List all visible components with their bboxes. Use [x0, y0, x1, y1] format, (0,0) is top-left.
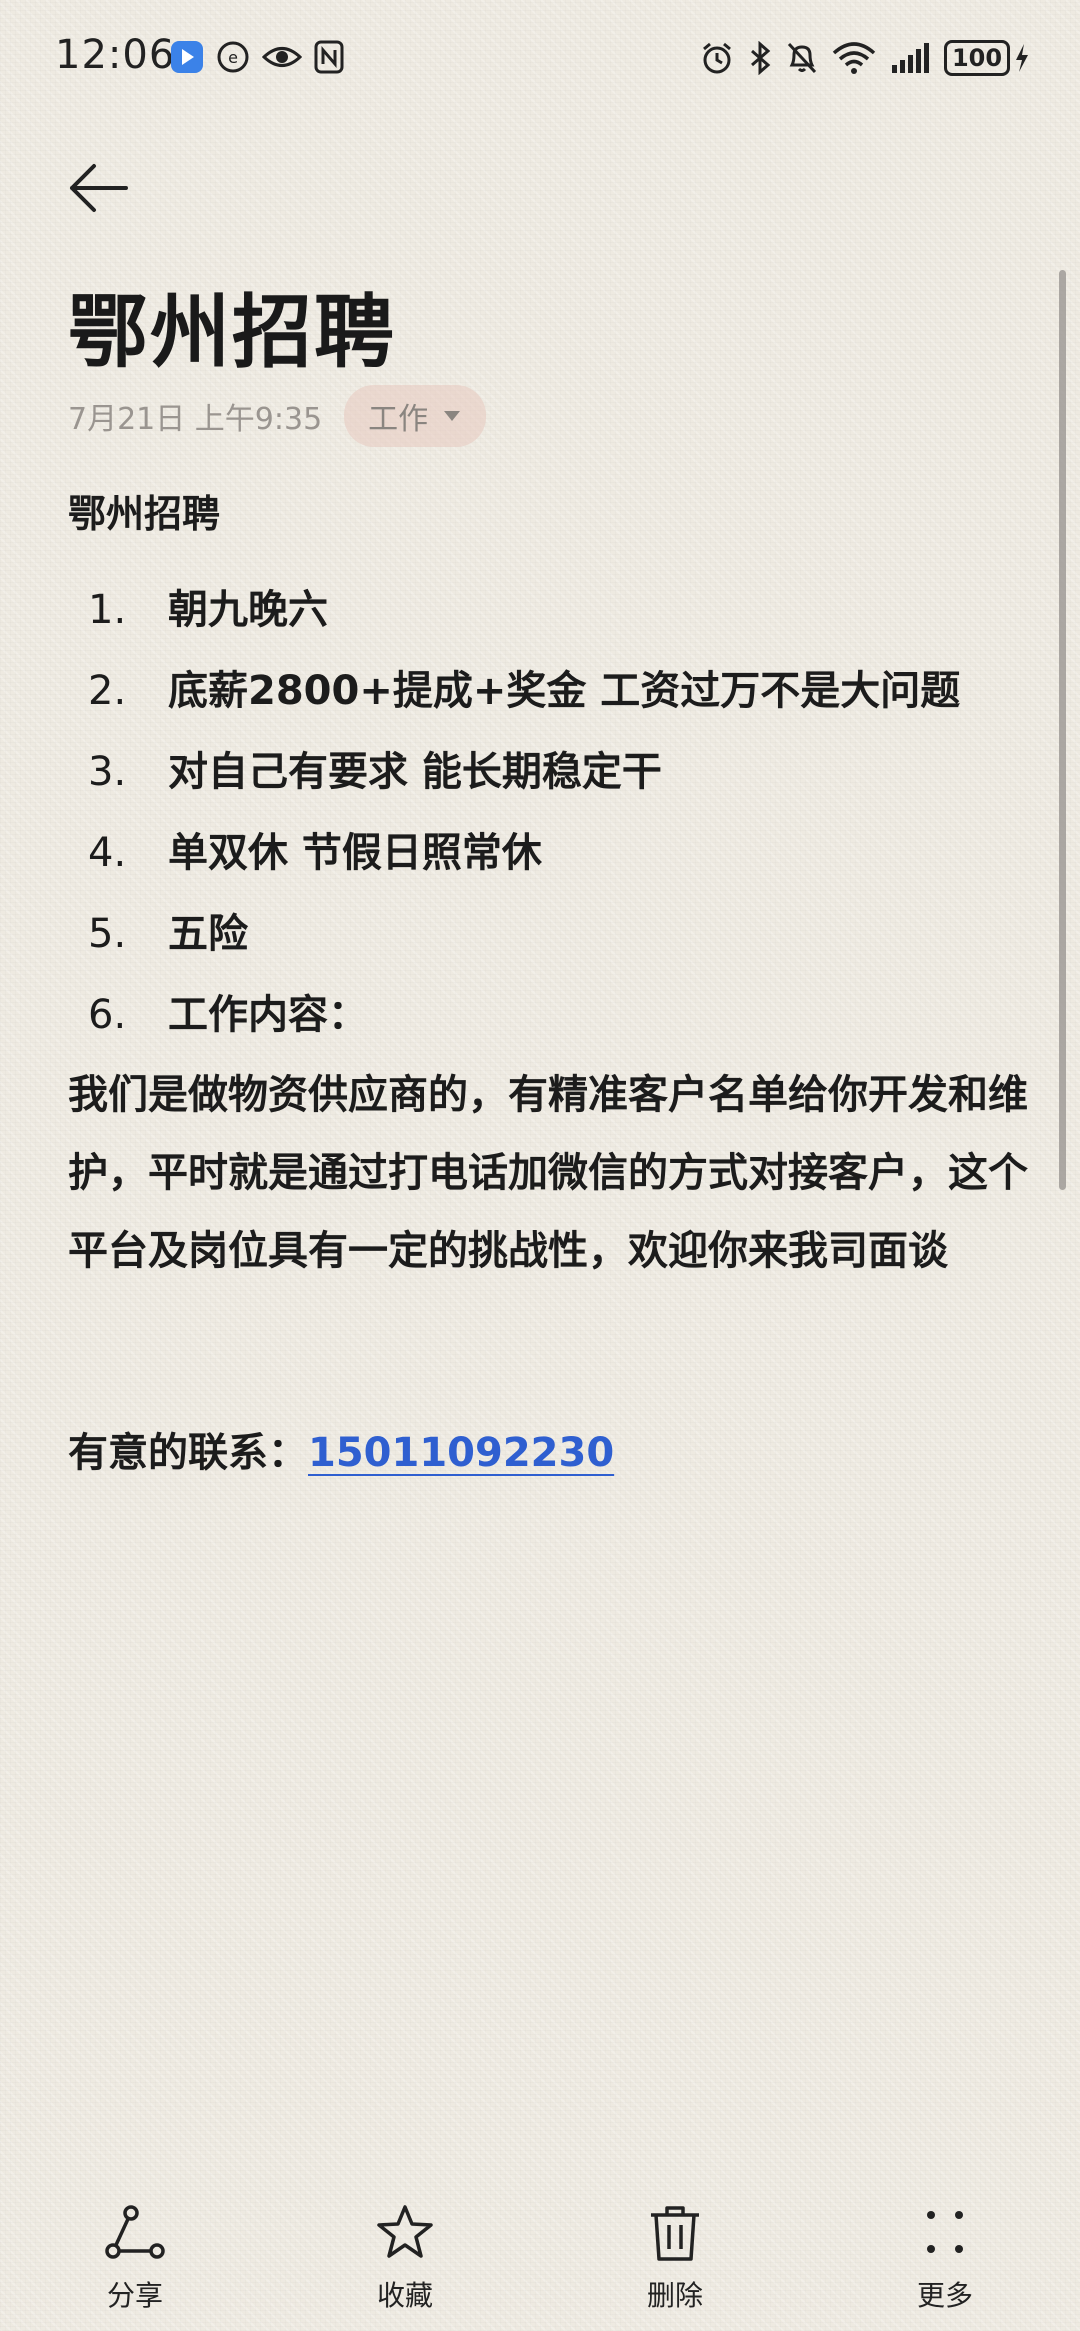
more-label: 更多 — [916, 2279, 973, 2312]
list-item: 2. 底薪2800+提成+奖金 工资过万不是大问题 — [68, 651, 1028, 732]
status-time: 12:06 — [55, 32, 176, 78]
contact-row: 有意的联系：15011092230 — [68, 1420, 1028, 1478]
share-icon — [105, 2205, 165, 2259]
phone-link[interactable]: 15011092230 — [308, 1430, 614, 1476]
back-arrow-icon — [70, 164, 128, 212]
share-label: 分享 — [106, 2279, 163, 2312]
back-button[interactable] — [66, 160, 136, 220]
numbered-list: 1. 朝九晚六 2. 底薪2800+提成+奖金 工资过万不是大问题 3. 对自己… — [68, 570, 1028, 1056]
body-heading: 鄂州招聘 — [68, 492, 221, 536]
trash-icon — [651, 2206, 699, 2261]
list-text: 朝九晚六 — [168, 587, 328, 633]
list-item: 4. 单双休 节假日照常休 — [68, 813, 1028, 894]
list-number: 3. — [88, 749, 127, 795]
dropdown-triangle-icon — [444, 411, 461, 421]
share-button[interactable]: 分享 — [35, 2200, 235, 2331]
category-selector[interactable]: 工作 — [344, 385, 487, 447]
bottom-toolbar: 分享 收藏 删除 更多 — [0, 2200, 1080, 2331]
category-label: 工作 — [368, 402, 429, 437]
bluetooth-icon — [751, 41, 771, 75]
favorite-button[interactable]: 收藏 — [305, 2200, 505, 2331]
list-number: 1. — [88, 587, 127, 633]
list-text: 底薪2800+提成+奖金 工资过万不是大问题 — [168, 668, 961, 714]
list-text: 单双休 节假日照常休 — [168, 830, 542, 876]
signal-icon — [892, 43, 929, 73]
charging-icon — [1016, 44, 1028, 72]
list-text: 工作内容： — [168, 992, 368, 1038]
alarm-icon — [703, 42, 731, 74]
list-text: 对自己有要求 能长期稳定干 — [168, 749, 662, 795]
delete-button[interactable]: 删除 — [575, 2200, 775, 2331]
list-number: 6. — [88, 992, 127, 1038]
list-text: 五险 — [168, 911, 248, 957]
scrollbar[interactable] — [1059, 270, 1066, 1190]
note-date: 7月21日 上午9:35 — [68, 402, 323, 437]
svg-text:e: e — [228, 48, 238, 67]
notification-badge-icon: e — [217, 41, 249, 73]
list-item: 3. 对自己有要求 能长期稳定干 — [68, 732, 1028, 813]
mute-icon — [787, 42, 817, 74]
nfc-icon — [314, 40, 344, 74]
app-notification-icon — [171, 41, 203, 73]
star-icon — [377, 2205, 433, 2258]
list-item: 5. 五险 — [68, 894, 1028, 975]
status-bar: 12:06 e 100 — [0, 0, 1080, 120]
note-body[interactable]: 鄂州招聘 1. 朝九晚六 2. 底薪2800+提成+奖金 工资过万不是大问题 3… — [68, 480, 1028, 1478]
more-button[interactable]: 更多 — [845, 2200, 1045, 2331]
favorite-label: 收藏 — [376, 2279, 433, 2312]
list-item: 6. 工作内容： — [68, 975, 1028, 1056]
list-number: 5. — [88, 911, 127, 957]
contact-label: 有意的联系： — [68, 1430, 308, 1476]
battery-level: 100 — [944, 40, 1010, 76]
list-item: 1. 朝九晚六 — [68, 570, 1028, 651]
list-number: 2. — [88, 668, 127, 714]
battery-indicator: 100 — [944, 40, 1030, 76]
eye-icon — [262, 47, 302, 67]
delete-label: 删除 — [646, 2279, 703, 2312]
wifi-icon — [832, 42, 876, 74]
job-description: 我们是做物资供应商的，有精准客户名单给你开发和维护，平时就是通过打电话加微信的方… — [68, 1072, 1028, 1274]
note-meta: 7月21日 上午9:35 工作 — [68, 385, 487, 447]
list-number: 4. — [88, 830, 127, 876]
note-title[interactable]: 鄂州招聘 — [68, 268, 396, 384]
more-icon — [927, 2211, 963, 2253]
